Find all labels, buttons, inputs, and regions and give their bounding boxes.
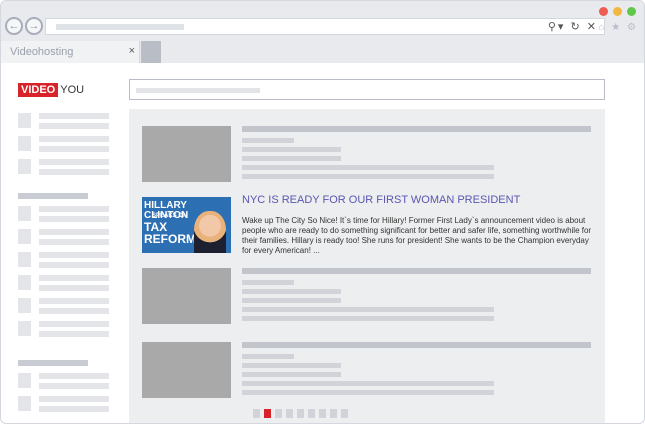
site-logo[interactable]: VIDEO YOU bbox=[18, 83, 85, 97]
arrow-left-icon: ← bbox=[8, 20, 20, 32]
sidebar-item-icon bbox=[18, 252, 31, 267]
sidebar-item-sublabel bbox=[39, 308, 109, 314]
sidebar-item-label bbox=[39, 396, 109, 402]
maximize-window-button[interactable] bbox=[627, 7, 636, 16]
video-desc-placeholder bbox=[242, 390, 494, 395]
video-desc-placeholder bbox=[242, 165, 494, 170]
sidebar-item-icon bbox=[18, 229, 31, 244]
sidebar-item-label bbox=[39, 113, 109, 119]
sidebar-item-sublabel bbox=[39, 331, 109, 337]
sidebar-item-label bbox=[39, 136, 109, 142]
sidebar-item-label bbox=[39, 373, 109, 379]
video-meta-placeholder bbox=[242, 138, 294, 143]
video-desc-placeholder bbox=[242, 174, 494, 179]
video-meta-placeholder bbox=[242, 363, 341, 368]
address-bar[interactable]: ⚲▾ ↻ ✕ bbox=[45, 18, 605, 35]
sidebar-item-icon bbox=[18, 321, 31, 336]
sidebar-item-sublabel bbox=[39, 239, 109, 245]
page-button[interactable] bbox=[308, 409, 315, 418]
page-button[interactable] bbox=[253, 409, 260, 418]
sidebar-item-label bbox=[39, 252, 109, 258]
sidebar-item-sublabel bbox=[39, 216, 109, 222]
thumb-subheadline: SPEAKS ON bbox=[152, 213, 188, 219]
sidebar-item-sublabel bbox=[39, 406, 109, 412]
video-list: HILLARY CLINTON SPEAKS ON TAX REFORM NYC… bbox=[129, 109, 605, 423]
video-desc-placeholder bbox=[242, 316, 494, 321]
video-thumbnail[interactable] bbox=[142, 268, 231, 324]
sidebar-item-sublabel bbox=[39, 146, 109, 152]
video-desc-placeholder bbox=[242, 381, 494, 386]
sidebar-item-icon bbox=[18, 206, 31, 221]
page-button[interactable] bbox=[319, 409, 326, 418]
sidebar-item-sublabel bbox=[39, 285, 109, 291]
sidebar-item-label bbox=[39, 229, 109, 235]
sidebar-item-icon bbox=[18, 275, 31, 290]
sidebar-item-icon bbox=[18, 298, 31, 313]
video-meta-placeholder bbox=[242, 280, 294, 285]
new-tab-button[interactable] bbox=[141, 41, 161, 63]
tab-videohosting[interactable]: Videohosting × bbox=[1, 41, 140, 63]
page-button[interactable] bbox=[286, 409, 293, 418]
search-reload-stop-icons[interactable]: ⚲▾ ↻ ✕ bbox=[548, 20, 598, 33]
video-meta-placeholder bbox=[242, 298, 341, 303]
sidebar-item-icon bbox=[18, 159, 31, 174]
video-thumbnail[interactable] bbox=[142, 342, 231, 398]
video-title-placeholder[interactable] bbox=[242, 126, 591, 132]
sidebar-item-sublabel bbox=[39, 262, 109, 268]
home-star-settings-icons[interactable]: ⌂ ★ ⚙ bbox=[598, 22, 638, 33]
arrow-right-icon: → bbox=[28, 20, 40, 32]
thumb-topic: TAX REFORM bbox=[144, 220, 196, 246]
sidebar-section-heading bbox=[18, 193, 88, 199]
browser-toolbar: ← → ⚲▾ ↻ ✕ ⌂ ★ ⚙ Videohosting × bbox=[1, 1, 644, 63]
sidebar-item-icon bbox=[18, 373, 31, 388]
video-meta-placeholder bbox=[242, 289, 341, 294]
logo-video: VIDEO bbox=[18, 83, 59, 97]
tab-label: Videohosting bbox=[10, 46, 74, 58]
page-button[interactable] bbox=[341, 409, 348, 418]
page-button[interactable] bbox=[297, 409, 304, 418]
search-input[interactable] bbox=[129, 79, 605, 100]
page-button[interactable] bbox=[330, 409, 337, 418]
video-thumbnail[interactable] bbox=[142, 126, 231, 182]
sidebar-item-sublabel bbox=[39, 383, 109, 389]
featured-video-title[interactable]: NYC IS READY FOR OUR FIRST WOMAN PRESIDE… bbox=[242, 194, 520, 206]
sidebar-item-icon bbox=[18, 396, 31, 411]
sidebar-item-label bbox=[39, 206, 109, 212]
forward-button[interactable]: → bbox=[25, 17, 43, 35]
speaker-portrait bbox=[194, 211, 226, 253]
close-window-button[interactable] bbox=[599, 7, 608, 16]
page-button[interactable] bbox=[275, 409, 282, 418]
sidebar-item-label bbox=[39, 298, 109, 304]
browser-window: ← → ⚲▾ ↻ ✕ ⌂ ★ ⚙ Videohosting × VIDEO YOU bbox=[0, 0, 645, 424]
logo-you: YOU bbox=[60, 84, 85, 96]
search-placeholder bbox=[136, 88, 260, 93]
video-meta-placeholder bbox=[242, 354, 294, 359]
address-placeholder bbox=[56, 24, 184, 30]
video-meta-placeholder bbox=[242, 372, 341, 377]
sidebar-item-icon bbox=[18, 136, 31, 151]
sidebar-item-label bbox=[39, 159, 109, 165]
page-button[interactable] bbox=[264, 409, 271, 418]
featured-video-thumbnail[interactable]: HILLARY CLINTON SPEAKS ON TAX REFORM bbox=[142, 197, 231, 253]
video-meta-placeholder bbox=[242, 147, 341, 152]
video-meta-placeholder bbox=[242, 156, 341, 161]
sidebar-item-icon bbox=[18, 113, 31, 128]
minimize-window-button[interactable] bbox=[613, 7, 622, 16]
featured-video-description: Wake up The City So Nice! It`s time for … bbox=[242, 216, 592, 255]
sidebar-item-sublabel bbox=[39, 169, 109, 175]
back-button[interactable]: ← bbox=[5, 17, 23, 35]
sidebar-item-label bbox=[39, 275, 109, 281]
sidebar-item-label bbox=[39, 321, 109, 327]
video-title-placeholder[interactable] bbox=[242, 268, 591, 274]
video-title-placeholder[interactable] bbox=[242, 342, 591, 348]
sidebar-section-heading bbox=[18, 360, 88, 366]
video-desc-placeholder bbox=[242, 307, 494, 312]
close-icon[interactable]: × bbox=[129, 45, 135, 57]
sidebar-item-sublabel bbox=[39, 123, 109, 129]
